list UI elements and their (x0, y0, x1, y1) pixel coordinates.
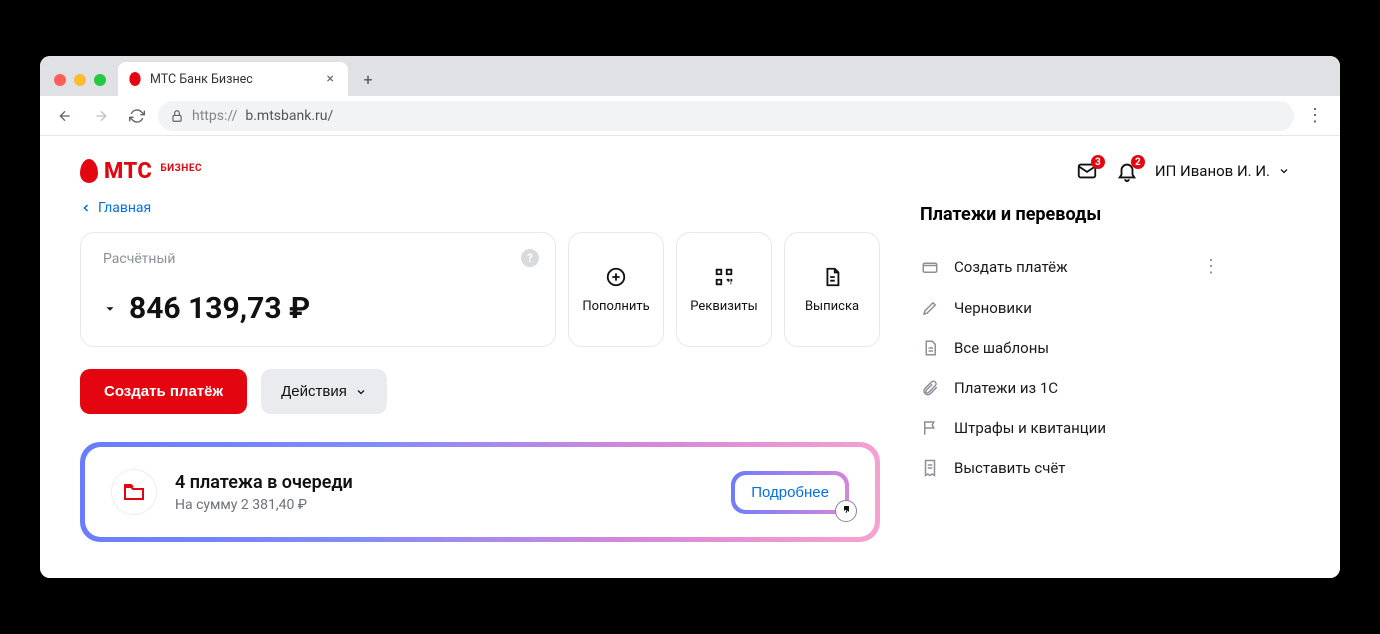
document-icon (820, 265, 844, 289)
forward-button[interactable] (86, 101, 116, 131)
requisites-tile[interactable]: Реквизиты (676, 232, 772, 347)
queue-details-button[interactable]: Подробнее (735, 475, 845, 510)
more-icon[interactable]: ⋮ (1202, 256, 1220, 277)
browser-toolbar: https:// b.mtsbank.ru/ ⋮ (40, 96, 1340, 136)
payments-queue-card: 4 платежа в очереди На сумму 2 381,40 ₽ … (80, 442, 880, 542)
mail-badge: 3 (1091, 155, 1105, 169)
sidebar-item-label: Выставить счёт (954, 459, 1066, 477)
plus-circle-icon (604, 265, 628, 289)
url-host: b.mtsbank.ru/ (245, 108, 333, 124)
sidebar-item-drafts[interactable]: Черновики (920, 288, 1220, 328)
lock-icon (170, 109, 184, 123)
notifications-button[interactable]: 2 (1115, 159, 1139, 183)
sidebar-item-1c-payments[interactable]: Платежи из 1С (920, 368, 1220, 408)
queue-title: 4 платежа в очереди (175, 472, 353, 493)
help-icon[interactable]: ? (521, 249, 539, 267)
statement-label: Выписка (805, 299, 859, 314)
flag-icon (920, 419, 940, 437)
requisites-label: Реквизиты (690, 299, 757, 314)
favicon-icon (128, 72, 142, 86)
browser-tab[interactable]: МТС Банк Бизнес × (118, 62, 348, 96)
sidebar-item-templates[interactable]: Все шаблоны (920, 328, 1220, 368)
mts-egg-icon (80, 159, 98, 183)
sidebar-item-create-payment[interactable]: Создать платёж ⋮ (920, 245, 1220, 288)
sidebar-item-label: Все шаблоны (954, 339, 1049, 357)
actions-button[interactable]: Действия (261, 369, 387, 414)
qr-icon (712, 265, 736, 289)
browser-tab-strip: МТС Банк Бизнес × + (40, 56, 1340, 96)
close-tab-icon[interactable]: × (323, 69, 338, 89)
close-window-icon[interactable] (54, 74, 66, 86)
topup-tile[interactable]: Пополнить (568, 232, 664, 347)
sidebar-item-fines[interactable]: Штрафы и квитанции (920, 408, 1220, 448)
address-bar[interactable]: https:// b.mtsbank.ru/ (158, 101, 1294, 131)
chevron-left-icon (80, 202, 92, 214)
notifications-badge: 2 (1131, 155, 1145, 169)
statement-tile[interactable]: Выписка (784, 232, 880, 347)
window-controls (48, 74, 114, 96)
topup-label: Пополнить (582, 299, 649, 314)
new-tab-button[interactable]: + (354, 65, 382, 93)
brand-logo[interactable]: МТС БИЗНЕС (80, 159, 202, 184)
actions-label: Действия (281, 383, 347, 400)
sidebar-item-invoice[interactable]: Выставить счёт (920, 448, 1220, 488)
brand-name: МТС (104, 159, 152, 184)
pencil-icon (920, 299, 940, 317)
account-label: Расчётный (103, 251, 533, 267)
browser-menu-button[interactable]: ⋮ (1300, 101, 1330, 131)
chevron-down-icon (1278, 165, 1290, 177)
brand-suffix: БИЗНЕС (160, 163, 202, 174)
sidebar-item-label: Платежи из 1С (954, 379, 1058, 397)
create-payment-button[interactable]: Создать платёж (80, 369, 247, 414)
account-balance: 846 139,73 ₽ (129, 291, 310, 326)
paperclip-icon (920, 379, 940, 397)
minimize-window-icon[interactable] (74, 74, 86, 86)
back-button[interactable] (50, 101, 80, 131)
file-icon (920, 339, 940, 357)
breadcrumb[interactable]: Главная (80, 200, 880, 216)
maximize-window-icon[interactable] (94, 74, 106, 86)
wallet-icon (920, 258, 940, 276)
account-selector[interactable]: 846 139,73 ₽ (103, 291, 533, 326)
user-menu[interactable]: ИП Иванов И. И. (1155, 162, 1290, 180)
mail-button[interactable]: 3 (1075, 159, 1099, 183)
chevron-down-icon (355, 386, 367, 398)
chevron-down-icon (103, 302, 117, 316)
queue-subtitle: На сумму 2 381,40 ₽ (175, 497, 353, 513)
url-scheme: https:// (192, 108, 237, 124)
receipt-icon (920, 459, 940, 477)
cursor-icon (835, 500, 857, 522)
sidebar-item-label: Штрафы и квитанции (954, 419, 1106, 437)
reload-button[interactable] (122, 101, 152, 131)
account-card: Расчётный ? 846 139,73 ₽ (80, 232, 556, 347)
sidebar-item-label: Создать платёж (954, 258, 1068, 276)
folder-icon (111, 469, 157, 515)
sidebar-title: Платежи и переводы (920, 204, 1220, 225)
tab-title: МТС Банк Бизнес (150, 72, 253, 87)
user-name: ИП Иванов И. И. (1155, 162, 1270, 180)
breadcrumb-label: Главная (98, 200, 151, 216)
sidebar-item-label: Черновики (954, 299, 1032, 317)
